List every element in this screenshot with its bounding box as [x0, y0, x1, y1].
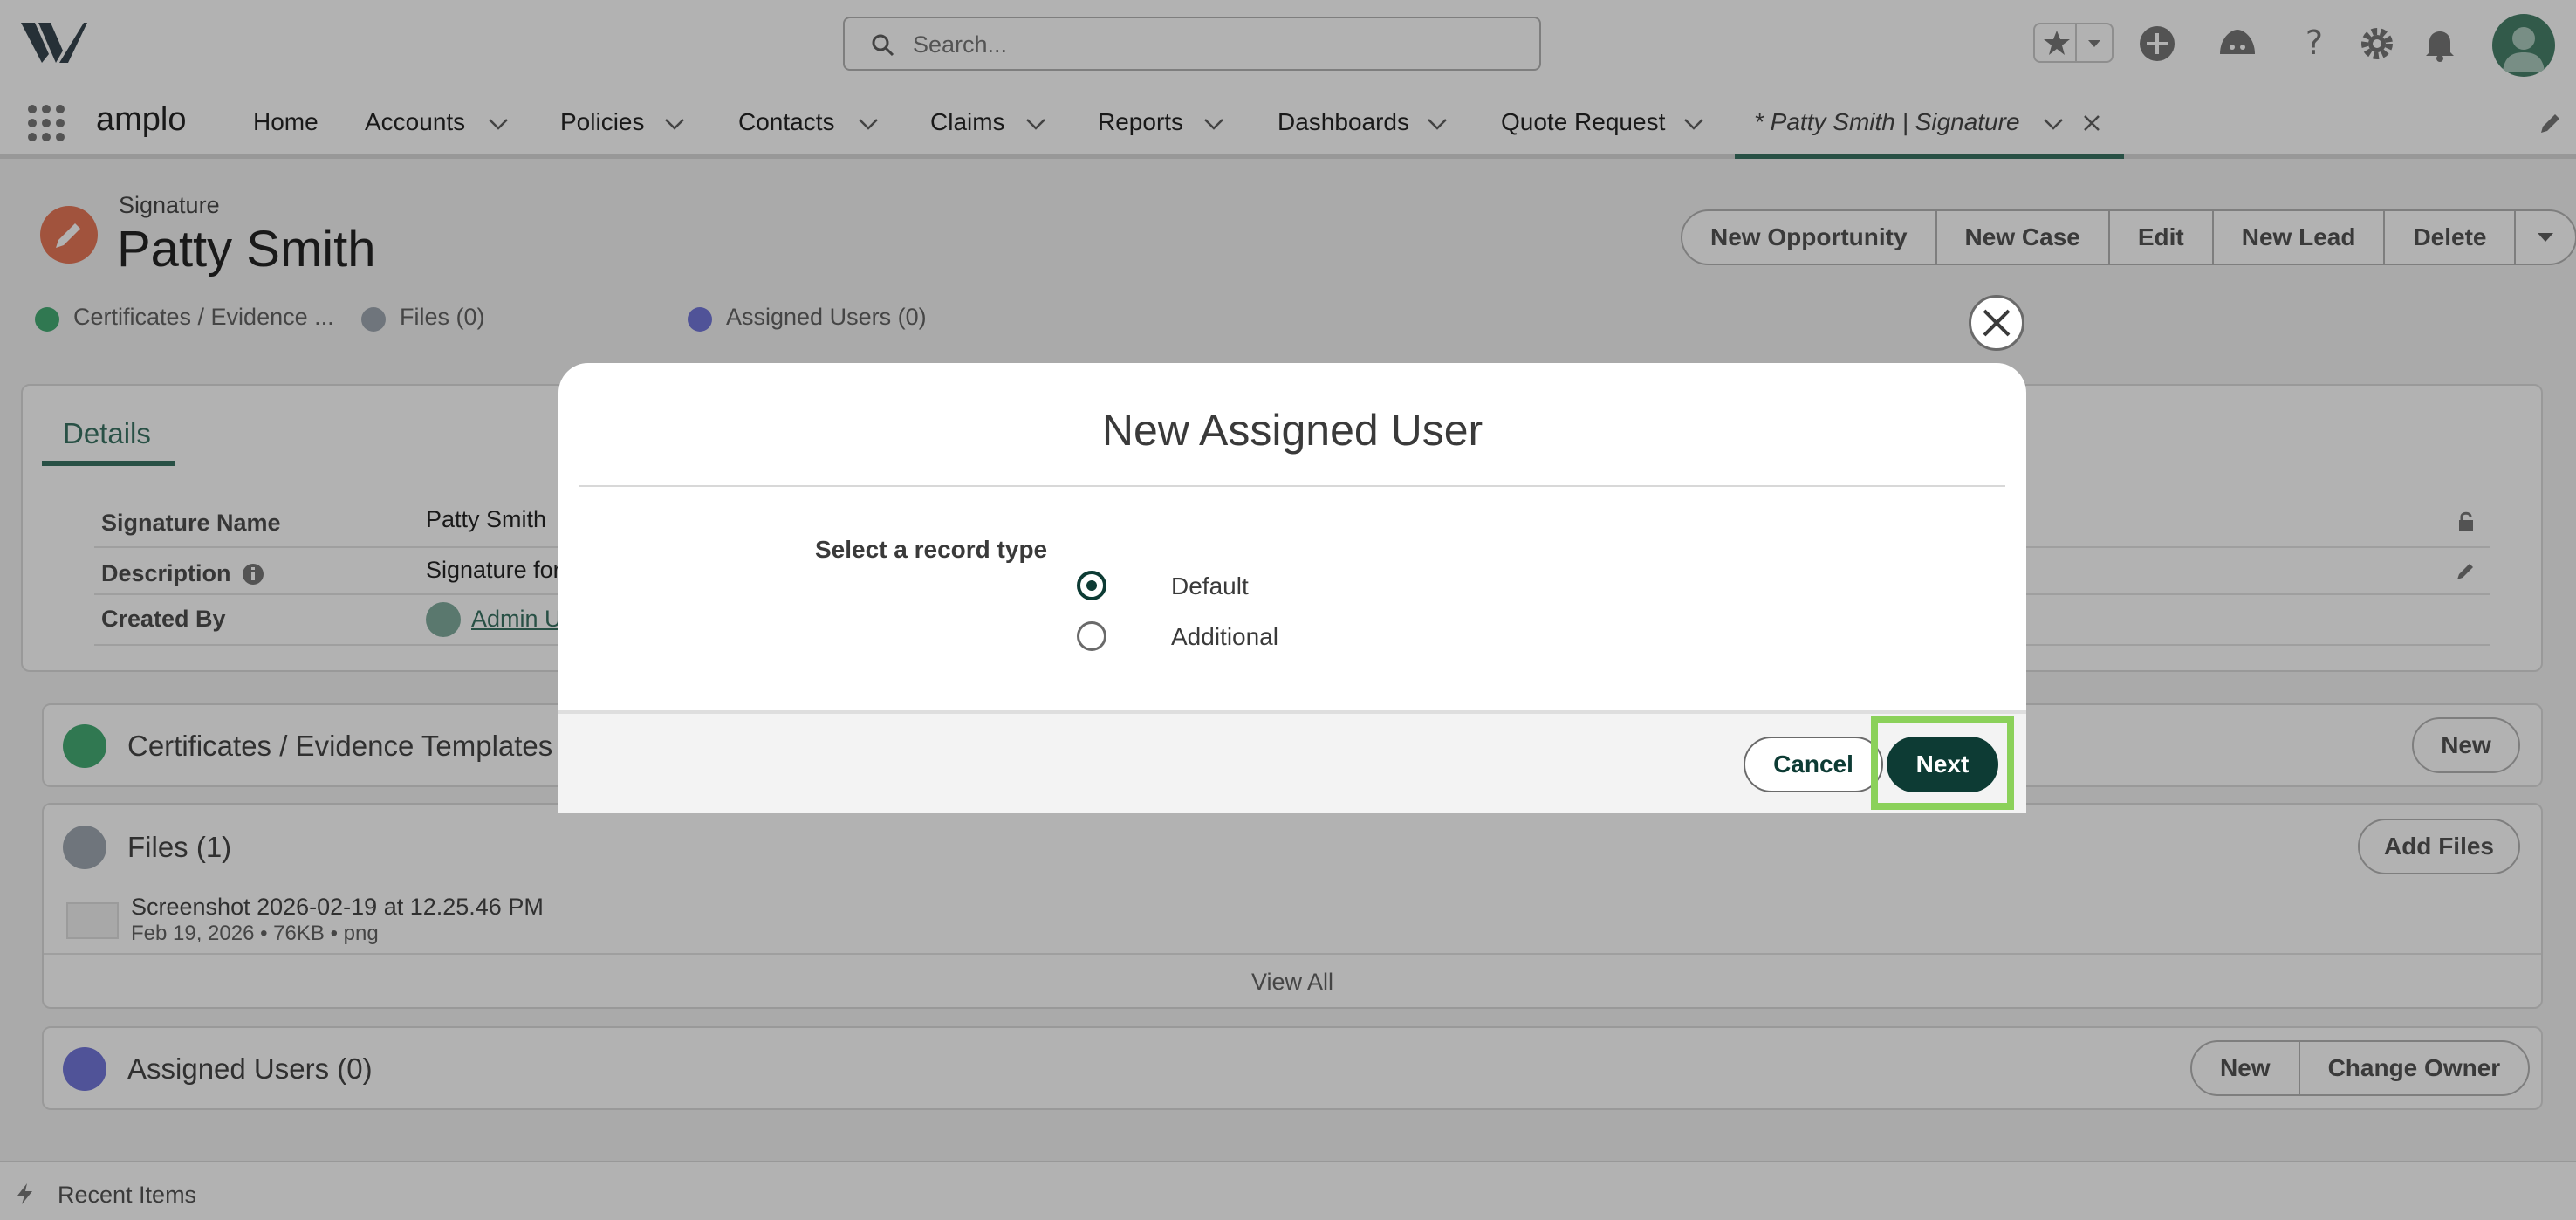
radio-additional[interactable] [1077, 621, 1106, 651]
record-type-question: Select a record type [815, 536, 1048, 563]
modal-title: New Assigned User [1101, 406, 1483, 455]
next-button[interactable]: Next [1887, 737, 1998, 792]
modal-divider [579, 485, 2005, 487]
cancel-button[interactable]: Cancel [1744, 737, 1883, 792]
radio-label-default[interactable]: Default [1171, 572, 1249, 600]
radio-default[interactable] [1077, 571, 1106, 600]
modal-close-button[interactable] [1969, 295, 2024, 351]
new-assigned-user-modal: New Assigned User Select a record type D… [558, 363, 2026, 813]
close-icon [1983, 309, 2011, 337]
radio-label-additional[interactable]: Additional [1171, 623, 1278, 651]
